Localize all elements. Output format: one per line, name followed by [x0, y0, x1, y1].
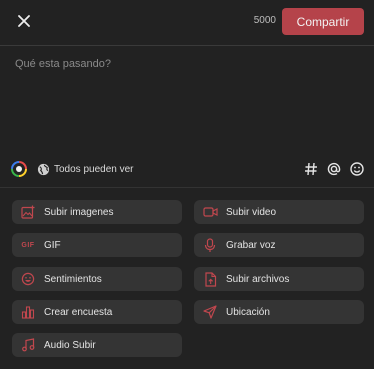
upload-audio-button[interactable]: Audio Subir: [12, 333, 182, 357]
character-count: 5000: [253, 15, 276, 26]
palette-icon[interactable]: [11, 161, 27, 177]
upload-images-button[interactable]: Subir imagenes: [12, 200, 182, 224]
image-upload-icon: [20, 204, 36, 220]
post-text-input[interactable]: Qué esta pasando?: [15, 58, 359, 148]
record-voice-button[interactable]: Grabar voz: [194, 233, 364, 257]
upload-video-button[interactable]: Subir video: [194, 200, 364, 224]
share-button[interactable]: Compartir: [282, 8, 364, 35]
video-icon: [202, 204, 218, 220]
gif-icon: GIF: [21, 241, 35, 249]
close-icon[interactable]: [14, 11, 34, 31]
option-label: Ubicación: [226, 306, 270, 318]
option-label: Subir imagenes: [44, 206, 114, 218]
option-label: Subir video: [226, 206, 277, 218]
upload-files-button[interactable]: Subir archivos: [194, 267, 364, 291]
music-icon: [20, 337, 36, 353]
microphone-icon: [202, 237, 218, 253]
smiley-icon: [20, 271, 36, 287]
location-button[interactable]: Ubicación: [194, 300, 364, 324]
feelings-button[interactable]: Sentimientos: [12, 267, 182, 291]
mention-icon[interactable]: [325, 160, 343, 178]
divider: [0, 187, 374, 188]
option-label: GIF: [44, 239, 61, 251]
post-placeholder: Qué esta pasando?: [15, 58, 112, 70]
option-label: Crear encuesta: [44, 306, 113, 318]
globe-icon: [37, 163, 50, 176]
option-label: Grabar voz: [226, 239, 276, 251]
audience-label: Todos pueden ver: [54, 163, 134, 175]
option-label: Sentimientos: [44, 273, 102, 285]
hashtag-icon[interactable]: [302, 160, 320, 178]
option-label: Subir archivos: [226, 273, 290, 285]
composer-toolbar: Todos pueden ver: [0, 158, 374, 180]
audience-selector[interactable]: Todos pueden ver: [37, 161, 134, 177]
location-arrow-icon: [202, 304, 218, 320]
gif-button[interactable]: GIF GIF: [12, 233, 182, 257]
post-composer-modal: 5000 Compartir Qué esta pasando? Todos p…: [0, 0, 374, 369]
file-upload-icon: [202, 271, 218, 287]
modal-header: 5000 Compartir: [0, 0, 374, 46]
emoji-icon[interactable]: [348, 160, 366, 178]
option-label: Audio Subir: [44, 339, 96, 351]
create-poll-button[interactable]: Crear encuesta: [12, 300, 182, 324]
poll-icon: [20, 304, 36, 320]
